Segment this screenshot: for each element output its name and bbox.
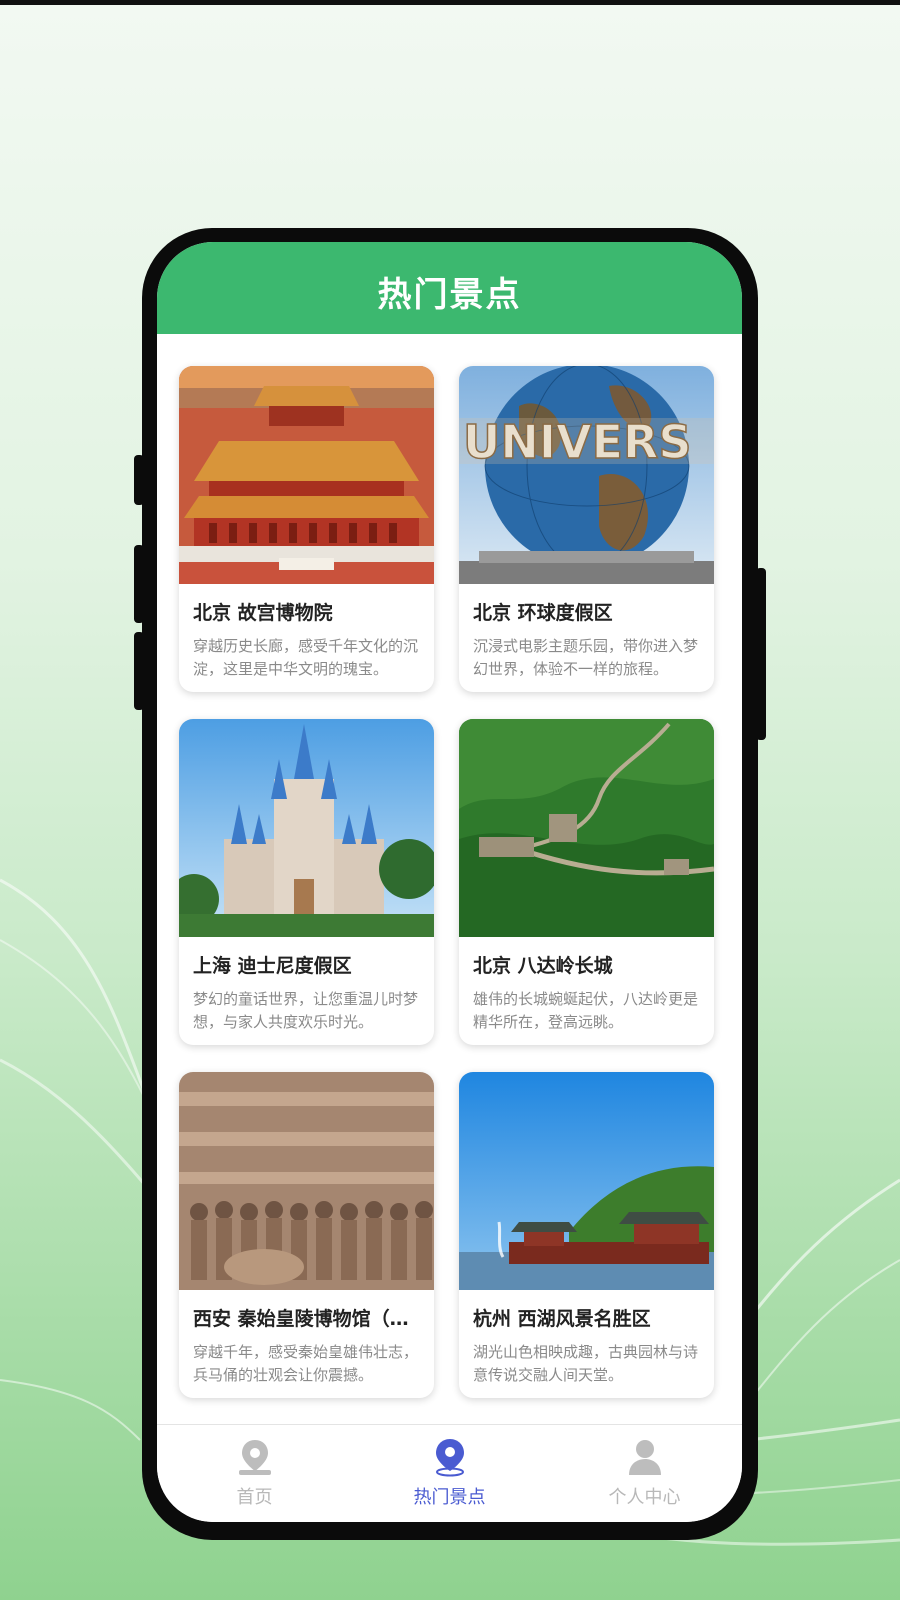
attraction-description: 雄伟的长城蜿蜒起伏，八达岭更是精华所在，登高远眺。 [473, 990, 699, 1031]
top-edge-bar [0, 0, 900, 5]
nav-label: 个人中心 [608, 1487, 681, 1508]
attraction-card[interactable]: 西安 秦始皇陵博物馆（兵马俑） 穿越千年，感受秦始皇雄伟壮志，兵马俑的壮观会让你… [179, 1072, 434, 1398]
page-title: 热门景点 [377, 275, 522, 315]
great-wall-image [459, 719, 714, 937]
attraction-card[interactable]: 杭州 西湖风景名胜区 湖光山色相映成趣，古典园林与诗意传说交融人间天堂。 [459, 1072, 714, 1398]
attraction-description: 湖光山色相映成趣，古典园林与诗意传说交融人间天堂。 [473, 1343, 699, 1384]
svg-text:UNIVERS: UNIVERS [463, 415, 692, 469]
attraction-card[interactable]: UNIVERS 北京 环球度假区 沉浸式电影主题乐园，带你进入梦幻世界，体验不一… [459, 366, 714, 692]
attraction-title: 杭州 西湖风景名胜区 [473, 1308, 651, 1330]
app-screen: 热门景点 北京 故宫博物院 穿越历史长廊，感受千年文化的沉淀，这里是中华文明的瑰… [157, 242, 742, 1522]
app-header: 热门景点 [157, 242, 742, 334]
nav-item-attractions[interactable]: 热门景点 [352, 1425, 547, 1522]
nav-label: 首页 [236, 1487, 273, 1508]
nav-item-profile[interactable]: 个人中心 [547, 1425, 742, 1522]
attraction-description: 沉浸式电影主题乐园，带你进入梦幻世界，体验不一样的旅程。 [473, 637, 699, 678]
disney-castle-image [179, 719, 434, 937]
attraction-card[interactable]: 北京 故宫博物院 穿越历史长廊，感受千年文化的沉淀，这里是中华文明的瑰宝。 [179, 366, 434, 692]
attraction-title: 北京 八达岭长城 [473, 955, 613, 977]
attraction-description: 穿越千年，感受秦始皇雄伟壮志，兵马俑的壮观会让你震撼。 [193, 1343, 419, 1384]
location-icon [435, 1439, 464, 1477]
attraction-card[interactable]: 上海 迪士尼度假区 梦幻的童话世界，让您重温儿时梦想，与家人共度欢乐时光。 [179, 719, 434, 1045]
user-icon [628, 1440, 661, 1475]
attraction-grid: 北京 故宫博物院 穿越历史长廊，感受千年文化的沉淀，这里是中华文明的瑰宝。 UN… [179, 366, 720, 1398]
forbidden-city-image [179, 366, 434, 584]
attraction-card[interactable]: 北京 八达岭长城 雄伟的长城蜿蜒起伏，八达岭更是精华所在，登高远眺。 [459, 719, 714, 1045]
bottom-navigation: 首页 热门景点 个人中心 [157, 1424, 742, 1522]
map-pin-icon [238, 1440, 271, 1475]
universal-globe-image: UNIVERS [459, 366, 714, 584]
attraction-description: 穿越历史长廊，感受千年文化的沉淀，这里是中华文明的瑰宝。 [193, 637, 419, 678]
attraction-description: 梦幻的童话世界，让您重温儿时梦想，与家人共度欢乐时光。 [193, 990, 419, 1031]
attraction-title: 西安 秦始皇陵博物馆（兵马俑） [193, 1308, 420, 1330]
attraction-title: 上海 迪士尼度假区 [193, 955, 352, 977]
west-lake-image [459, 1072, 714, 1290]
nav-item-home[interactable]: 首页 [157, 1425, 352, 1522]
nav-label: 热门景点 [413, 1487, 486, 1508]
attraction-title: 北京 故宫博物院 [193, 602, 333, 624]
attraction-title: 北京 环球度假区 [473, 602, 613, 624]
terracotta-army-image [179, 1072, 434, 1290]
